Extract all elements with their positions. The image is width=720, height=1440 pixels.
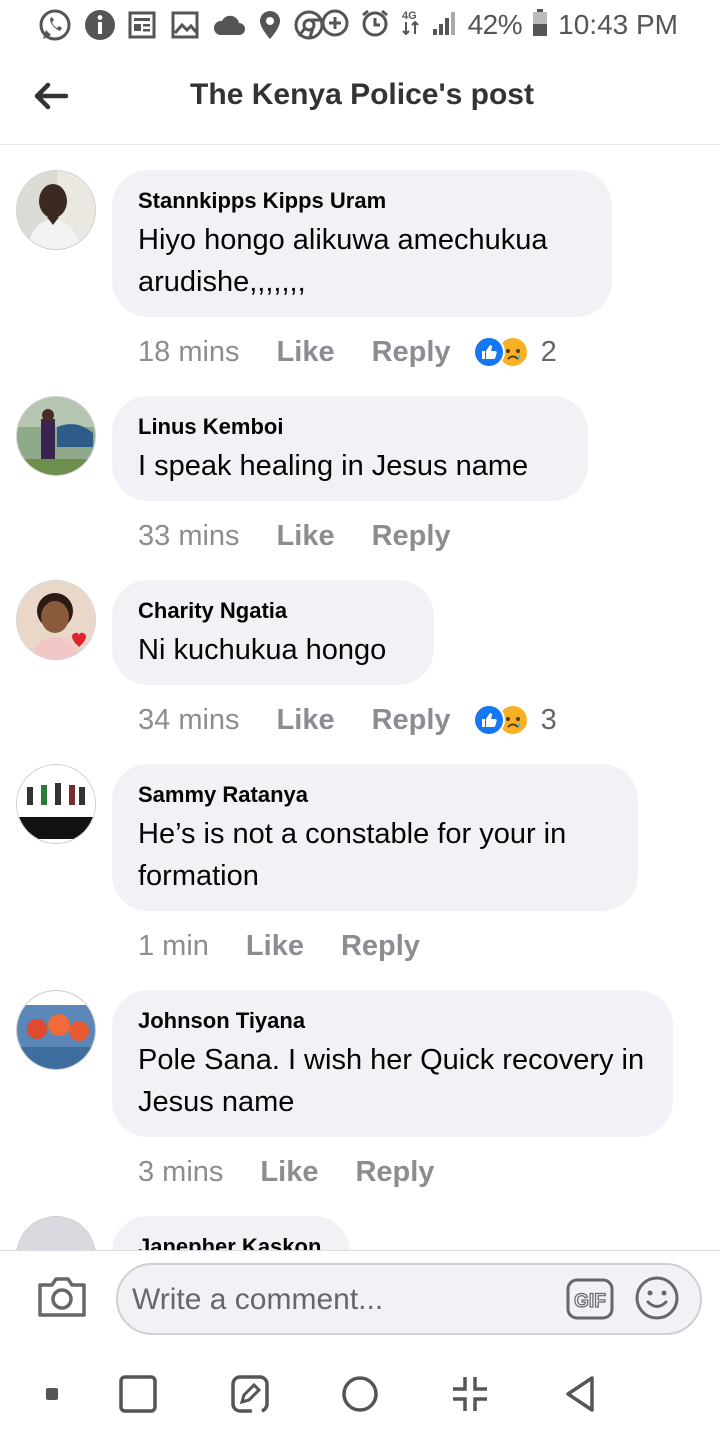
camera-icon bbox=[38, 1277, 86, 1317]
news-icon bbox=[128, 10, 158, 40]
comment-author[interactable]: Stannkipps Kipps Uram bbox=[138, 187, 586, 215]
comment-actions: 18 mins Like Reply 2 bbox=[138, 332, 557, 372]
svg-text:4G: 4G bbox=[402, 10, 417, 22]
comment-input[interactable] bbox=[132, 1275, 552, 1325]
like-button[interactable]: Like bbox=[277, 704, 335, 737]
comment-input-container[interactable]: GIF bbox=[116, 1263, 702, 1335]
like-reaction-icon bbox=[472, 336, 505, 368]
recents-icon bbox=[119, 1375, 157, 1413]
like-button[interactable]: Like bbox=[246, 930, 304, 963]
comment-actions: 34 mins Like Reply 3 bbox=[138, 700, 557, 740]
like-reaction-icon bbox=[472, 704, 505, 736]
recents-button[interactable] bbox=[114, 1370, 162, 1418]
comment-time[interactable]: 18 mins bbox=[138, 336, 240, 369]
back-nav-button[interactable] bbox=[556, 1370, 604, 1418]
gif-label: GIF bbox=[574, 1291, 606, 1312]
battery-icon bbox=[532, 8, 548, 42]
comment-text: He’s is not a constable for your in form… bbox=[138, 818, 567, 892]
back-icon bbox=[566, 1376, 594, 1412]
comment-author[interactable]: Charity Ngatia bbox=[138, 597, 408, 625]
location-icon bbox=[258, 9, 282, 41]
comment-author[interactable]: Sammy Ratanya bbox=[138, 781, 612, 809]
edit-icon bbox=[231, 1375, 269, 1413]
comment-author[interactable]: Janepher Kaskon bbox=[138, 1233, 324, 1250]
comment-list[interactable]: Stannkipps Kipps Uram Hiyo hongo alikuwa… bbox=[0, 146, 720, 1250]
status-icons-right: 4G 42% 10:43 PM bbox=[320, 8, 678, 42]
status-icons-left bbox=[38, 8, 324, 42]
status-time: 10:43 PM bbox=[558, 9, 678, 40]
shrink-button[interactable] bbox=[446, 1370, 494, 1418]
reply-button[interactable]: Reply bbox=[372, 336, 451, 369]
comment-bubble[interactable]: Johnson Tiyana Pole Sana. I wish her Qui… bbox=[112, 990, 673, 1137]
system-navigation-bar bbox=[0, 1350, 720, 1440]
like-button[interactable]: Like bbox=[277, 520, 335, 553]
data-saver-icon bbox=[320, 8, 350, 43]
avatar[interactable] bbox=[16, 990, 96, 1070]
comment-time[interactable]: 1 min bbox=[138, 930, 209, 963]
post-header: The Kenya Police's post bbox=[0, 50, 720, 145]
comment-author[interactable]: Linus Kemboi bbox=[138, 413, 562, 441]
emoji-button[interactable] bbox=[634, 1275, 680, 1321]
comment-bubble[interactable]: Sammy Ratanya He’s is not a constable fo… bbox=[112, 764, 638, 911]
edit-button[interactable] bbox=[226, 1370, 274, 1418]
info-icon bbox=[84, 9, 116, 41]
whatsapp-icon bbox=[38, 8, 72, 42]
comment-actions: 33 mins Like Reply bbox=[138, 516, 451, 556]
comment-time[interactable]: 34 mins bbox=[138, 704, 240, 737]
comment-time[interactable]: 3 mins bbox=[138, 1156, 223, 1189]
avatar[interactable] bbox=[16, 764, 96, 844]
like-button[interactable]: Like bbox=[277, 336, 335, 369]
comment-time[interactable]: 33 mins bbox=[138, 520, 240, 553]
home-button[interactable] bbox=[336, 1370, 384, 1418]
camera-button[interactable] bbox=[36, 1275, 88, 1319]
avatar[interactable] bbox=[16, 170, 96, 250]
reaction-count: 3 bbox=[540, 703, 557, 736]
network-icon: 4G bbox=[400, 8, 422, 43]
signal-icon bbox=[432, 9, 458, 42]
avatar[interactable] bbox=[16, 580, 96, 660]
cloud-icon bbox=[212, 11, 246, 39]
alarm-icon bbox=[360, 8, 390, 43]
home-icon bbox=[342, 1376, 378, 1412]
reply-button[interactable]: Reply bbox=[355, 1156, 434, 1189]
comment-bubble[interactable]: Stannkipps Kipps Uram Hiyo hongo alikuwa… bbox=[112, 170, 612, 317]
comment-text: Pole Sana. I wish her Quick recovery in … bbox=[138, 1044, 645, 1118]
reply-button[interactable]: Reply bbox=[372, 520, 451, 553]
comment-text: Hiyo hongo alikuwa amechukua arudishe,,,… bbox=[138, 224, 548, 298]
shrink-icon bbox=[453, 1377, 487, 1411]
reply-button[interactable]: Reply bbox=[372, 704, 451, 737]
battery-percent: 42% bbox=[467, 9, 523, 40]
dot-icon bbox=[46, 1388, 58, 1400]
smiley-icon bbox=[635, 1276, 679, 1320]
dot-button[interactable] bbox=[28, 1370, 76, 1418]
comment-text: Ni kuchukua hongo bbox=[138, 634, 387, 666]
comment-text: I speak healing in Jesus name bbox=[138, 450, 529, 482]
comment-actions: 3 mins Like Reply bbox=[138, 1152, 434, 1192]
reply-button[interactable]: Reply bbox=[341, 930, 420, 963]
comment-composer: GIF bbox=[0, 1250, 720, 1350]
page-title: The Kenya Police's post bbox=[190, 78, 534, 111]
comment-author[interactable]: Johnson Tiyana bbox=[138, 1007, 647, 1035]
comment-bubble[interactable]: Janepher Kaskon bbox=[112, 1216, 350, 1250]
reaction-count: 2 bbox=[540, 335, 557, 368]
gif-button[interactable]: GIF bbox=[566, 1277, 614, 1321]
reactions-summary[interactable]: 3 bbox=[472, 703, 557, 737]
comment-bubble[interactable]: Linus Kemboi I speak healing in Jesus na… bbox=[112, 396, 588, 501]
avatar[interactable] bbox=[16, 396, 96, 476]
reactions-summary[interactable]: 2 bbox=[472, 335, 557, 369]
comment-bubble[interactable]: Charity Ngatia Ni kuchukua hongo bbox=[112, 580, 434, 685]
like-button[interactable]: Like bbox=[260, 1156, 318, 1189]
image-icon bbox=[170, 10, 200, 40]
comment-actions: 1 min Like Reply bbox=[138, 926, 420, 966]
status-bar: 4G 42% 10:43 PM bbox=[0, 0, 720, 50]
avatar[interactable] bbox=[16, 1216, 96, 1250]
